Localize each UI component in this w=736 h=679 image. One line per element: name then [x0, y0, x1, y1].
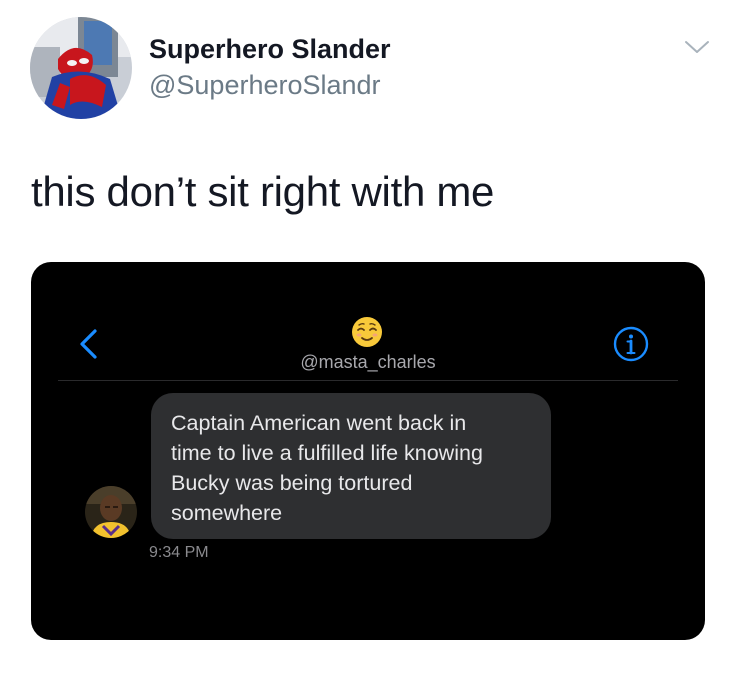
- message-line: Captain American went back in: [171, 411, 467, 435]
- message-timestamp: 9:34 PM: [149, 544, 209, 561]
- contact-handle: @masta_charles: [300, 352, 436, 372]
- profile-avatar[interactable]: [30, 17, 132, 119]
- message-line: Bucky was being tortured: [171, 471, 413, 495]
- message-line: time to live a fulfilled life knowing: [171, 441, 483, 465]
- message-bubble: Captain American went back in time to li…: [151, 393, 551, 539]
- relieved-face-emoji-icon: [351, 316, 383, 348]
- tweet-card: Superhero Slander @SuperheroSlandr this …: [0, 0, 736, 679]
- display-name[interactable]: Superhero Slander: [149, 34, 391, 65]
- header-divider: [58, 380, 678, 381]
- info-circle-icon: [613, 326, 649, 362]
- message-line: somewhere: [171, 501, 283, 525]
- sender-avatar: [85, 486, 137, 538]
- message-screenshot-image: @masta_charles Captain American went bac…: [31, 262, 705, 640]
- user-handle[interactable]: @SuperheroSlandr: [149, 70, 381, 101]
- chevron-down-icon[interactable]: [684, 38, 710, 56]
- tweet-text: this don’t sit right with me: [31, 168, 495, 215]
